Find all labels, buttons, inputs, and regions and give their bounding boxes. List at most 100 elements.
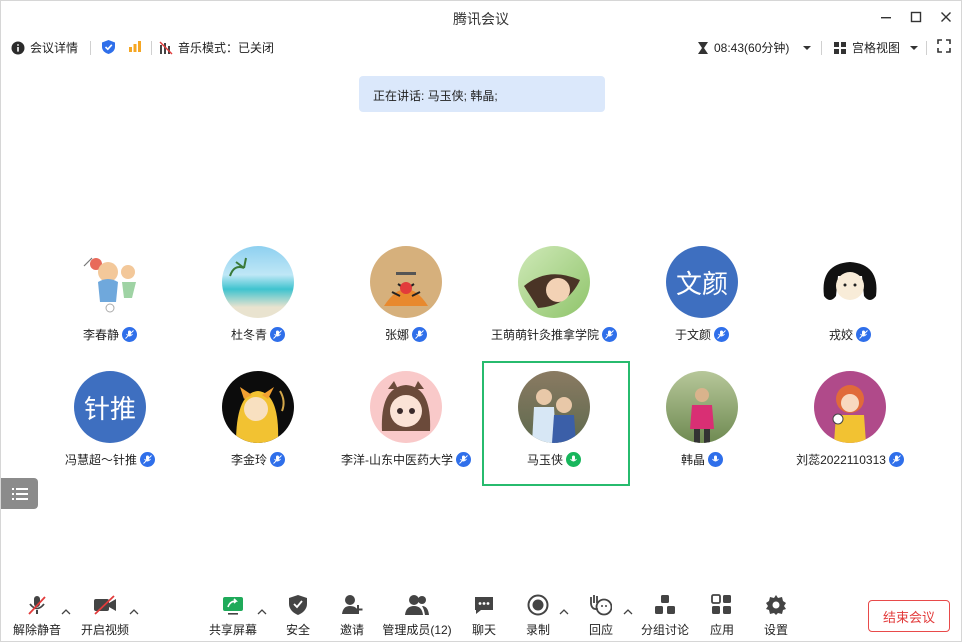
mic-muted-icon (270, 452, 285, 467)
invite-label: 邀请 (339, 623, 364, 637)
participant-name-row: 王萌萌针灸推拿学院 (481, 326, 627, 343)
active-speaker-banner: 正在讲话: 马玉侠; 韩晶; (359, 76, 605, 112)
signal-bars-icon (129, 41, 141, 52)
participant-name: 冯慧超～针推 (64, 453, 137, 467)
participant-tile[interactable]: 王萌萌针灸推拿学院 (481, 246, 627, 370)
avatar (370, 246, 442, 318)
participant-name: 韩晶 (680, 453, 705, 467)
avatar (814, 371, 886, 443)
participant-name-row: 于文颜 (629, 326, 775, 343)
participant-name-row: 韩晶 (629, 451, 775, 468)
avatar (666, 371, 738, 443)
meeting-window: 腾讯会议 会议详情 音乐模式：已关闭 08:43(60分钟) 宫格视图 正在讲话… (0, 0, 962, 642)
chevron-up-icon[interactable] (623, 607, 633, 617)
reaction-hand-icon (590, 595, 612, 616)
chevron-up-icon[interactable] (257, 607, 267, 617)
grid-view-icon (834, 41, 846, 54)
participant-tile[interactable]: 刘蕊2022110313 (777, 371, 923, 495)
participant-name: 马玉侠 (526, 453, 563, 467)
participant-tile[interactable]: 韩晶 (629, 371, 775, 495)
participant-tile[interactable]: 文颜 于文颜 (629, 246, 775, 370)
chat-button[interactable]: 聊天 (454, 593, 514, 639)
breakout-label: 分组讨论 (640, 623, 689, 637)
fullscreen-button[interactable] (937, 39, 951, 53)
apps-icon (711, 594, 731, 614)
chat-icon (475, 597, 493, 614)
network-signal-indicator[interactable] (128, 39, 142, 53)
participant-tile[interactable]: 戎姣 (777, 246, 923, 370)
participant-name: 李春静 (82, 328, 119, 342)
participant-tile[interactable]: 马玉侠 (481, 371, 627, 495)
chevron-up-icon[interactable] (559, 607, 569, 617)
avatar-initials: 针推 (74, 371, 146, 443)
mic-muted-icon (888, 452, 904, 467)
view-mode-dropdown[interactable]: 宫格视图 (833, 39, 919, 56)
participant-name-row: 李洋-山东中医药大学 (333, 451, 479, 468)
music-mode-icon (159, 41, 173, 54)
participant-tile[interactable]: 李春静 (37, 246, 183, 370)
shield-check-icon (102, 40, 115, 54)
share-screen-label: 共享屏幕 (208, 623, 257, 637)
participant-name-row: 戎姣 (777, 326, 923, 343)
end-meeting-button[interactable]: 结束会议 (868, 600, 950, 632)
chevron-up-icon[interactable] (61, 607, 71, 617)
manage-members-button[interactable]: 管理成员(12) (382, 593, 452, 639)
avatar (222, 371, 294, 443)
participant-name-row: 李春静 (37, 326, 183, 343)
start-video-button[interactable]: 开启视频 (75, 593, 135, 639)
members-icon (405, 595, 429, 615)
mic-muted-icon (456, 452, 471, 467)
breakout-icon (655, 595, 675, 614)
close-button[interactable] (933, 5, 959, 29)
mic-muted-icon (270, 327, 285, 342)
chevron-up-icon[interactable] (129, 607, 139, 617)
breakout-rooms-button[interactable]: 分组讨论 (635, 593, 695, 639)
security-button[interactable]: 安全 (268, 593, 328, 639)
mic-muted-icon (412, 327, 427, 342)
security-shield-indicator[interactable] (101, 39, 116, 55)
mic-on-icon (708, 452, 723, 467)
title-bar: 腾讯会议 (1, 1, 961, 33)
participant-name-row: 马玉侠 (481, 451, 627, 468)
invite-user-icon (342, 595, 363, 614)
participant-name: 刘蕊2022110313 (796, 453, 886, 467)
meeting-timer[interactable]: 08:43(60分钟) (697, 39, 812, 56)
music-mode-label: 音乐模式：已关闭 (178, 41, 275, 55)
participant-name: 戎姣 (828, 328, 853, 342)
unmute-button[interactable]: 解除静音 (7, 593, 67, 639)
manage-members-label: 管理成员(12) (382, 623, 452, 637)
participant-name-row: 刘蕊2022110313 (777, 451, 923, 468)
participant-tile[interactable]: 李金玲 (185, 371, 331, 495)
share-screen-button[interactable]: 共享屏幕 (203, 593, 263, 639)
divider (926, 41, 927, 55)
member-list-toggle[interactable] (1, 478, 38, 509)
close-icon (941, 12, 951, 22)
settings-button[interactable]: 设置 (746, 593, 806, 639)
avatar (74, 246, 146, 318)
participant-name: 杜冬青 (230, 328, 267, 342)
apps-button[interactable]: 应用 (692, 593, 752, 639)
info-icon (11, 41, 25, 54)
info-bar: 会议详情 音乐模式：已关闭 08:43(60分钟) 宫格视图 (1, 33, 961, 61)
reactions-button[interactable]: 回应 (571, 593, 631, 639)
chevron-down-icon (803, 45, 812, 50)
minimize-icon (881, 17, 891, 19)
minimize-button[interactable] (873, 5, 899, 29)
avatar (222, 246, 294, 318)
settings-label: 设置 (763, 623, 788, 637)
participant-tile[interactable]: 张娜 (333, 246, 479, 370)
participant-tile[interactable]: 杜冬青 (185, 246, 331, 370)
music-mode-toggle[interactable]: 音乐模式：已关闭 (159, 39, 274, 56)
avatar (370, 371, 442, 443)
fullscreen-icon (937, 39, 951, 53)
maximize-button[interactable] (903, 5, 929, 29)
participant-tile[interactable]: 针推 冯慧超～针推 (37, 371, 183, 495)
avatar (518, 246, 590, 318)
start-video-label: 开启视频 (80, 623, 129, 637)
record-icon (527, 594, 549, 616)
participant-tile[interactable]: 李洋-山东中医药大学 (333, 371, 479, 495)
mic-muted-icon (602, 327, 617, 342)
avatar (814, 246, 886, 318)
meeting-details-button[interactable]: 会议详情 (11, 39, 78, 56)
invite-button[interactable]: 邀请 (322, 593, 382, 639)
